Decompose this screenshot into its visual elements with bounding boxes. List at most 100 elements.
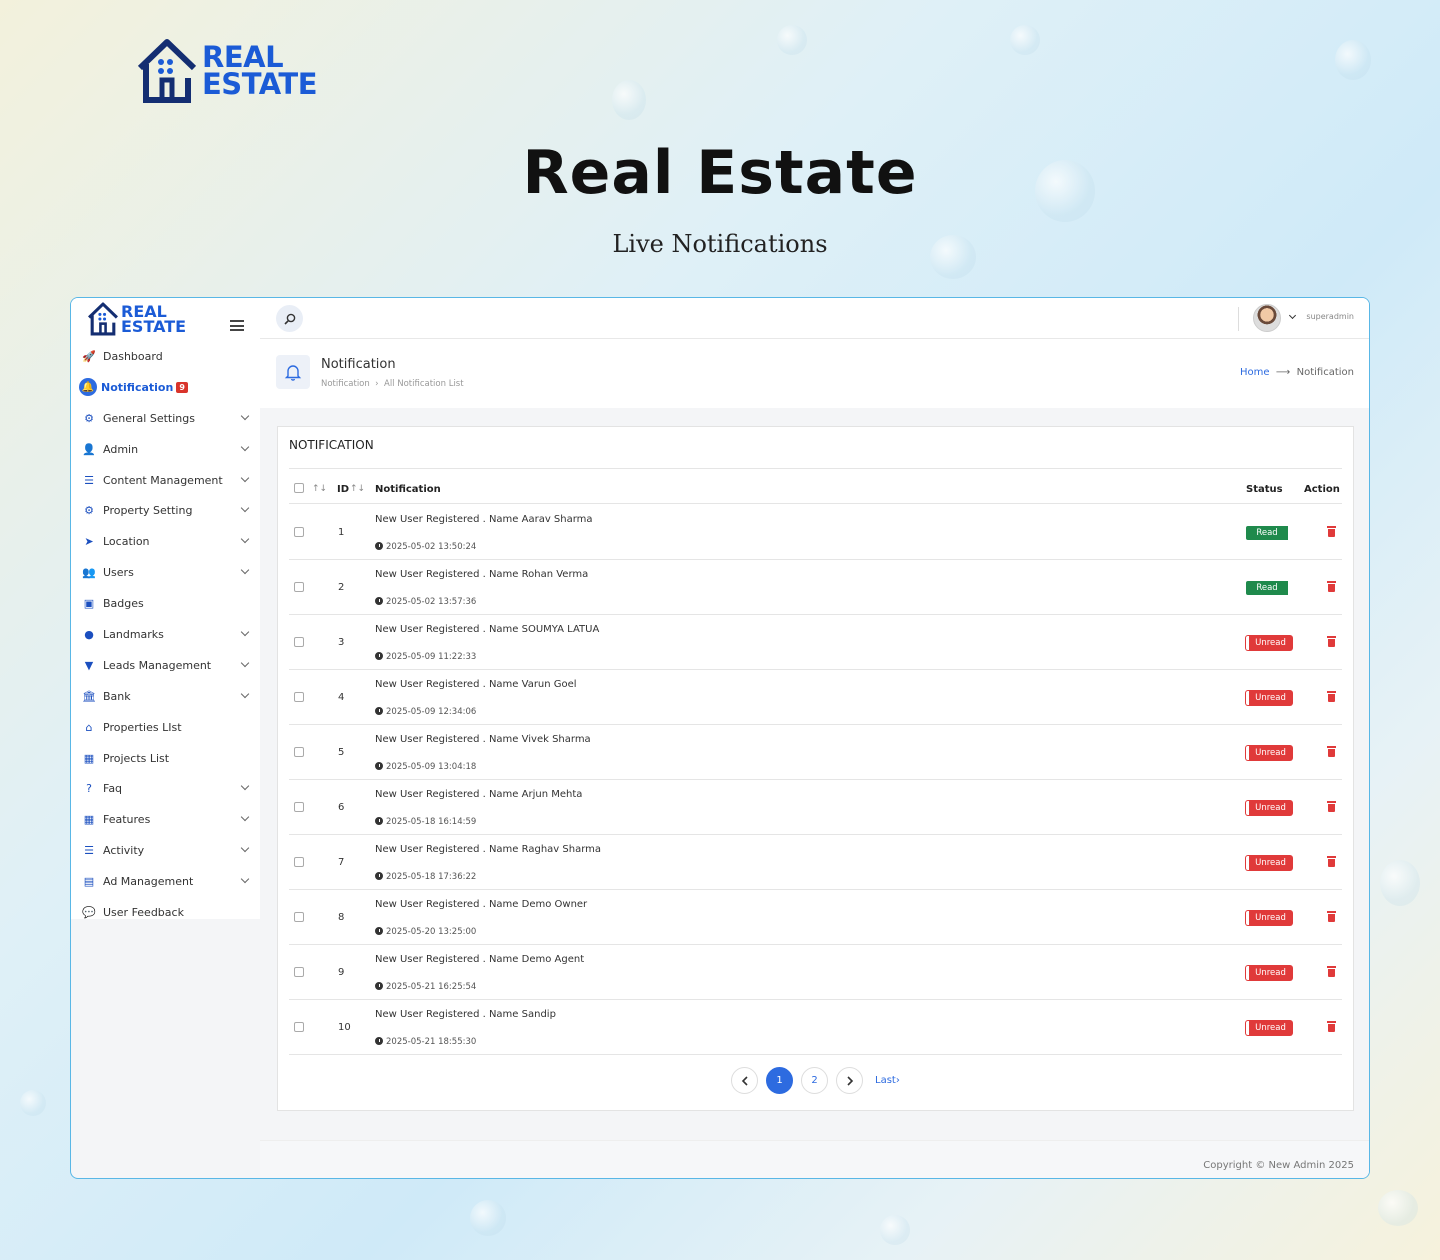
sidebar-logo[interactable]: REAL ESTATE [87,302,186,336]
sidebar-item-projects-list[interactable]: ▦ Projects List [71,743,260,774]
last-page-button[interactable]: Last › [871,1067,904,1094]
location-arrow-icon: ➤ [84,535,94,549]
row-checkbox[interactable] [294,582,304,592]
chevron-down-icon[interactable] [240,627,250,637]
status-toggle[interactable]: Unread [1246,856,1292,870]
sidebar-item-leads-management[interactable]: ▼ Leads Management [71,650,260,681]
notification-time: 2025-05-09 13:04:18 [375,762,476,772]
status-toggle[interactable]: Unread [1246,911,1292,925]
sidebar-item-users[interactable]: 👥 Users [71,557,260,588]
chevron-left-icon [741,1075,748,1086]
sort-icon[interactable]: ↑↓ [350,484,365,494]
chevron-down-icon[interactable] [240,411,250,421]
chevron-down-icon[interactable] [240,504,250,513]
search-button[interactable] [276,305,303,332]
sidebar-item-ad-management[interactable]: ▤ Ad Management [71,866,260,897]
arrow-right-icon: ⟶ [1272,367,1294,378]
page-header: Notification Notification › All Notifica… [260,339,1369,408]
chevron-down-icon[interactable] [240,473,250,482]
row-checkbox[interactable] [294,692,304,702]
sidebar-item-activity[interactable]: ☰ Activity [71,835,260,866]
row-checkbox[interactable] [294,802,304,812]
row-checkbox[interactable] [294,912,304,922]
row-id: 5 [338,747,345,758]
status-toggle[interactable]: Read [1246,526,1292,540]
chevron-down-icon[interactable] [240,535,250,544]
chevron-down-icon[interactable] [1288,311,1297,320]
next-page-button[interactable] [836,1067,863,1094]
chevron-down-icon[interactable] [240,689,250,699]
chevron-down-icon[interactable] [240,874,250,884]
chevron-down-icon[interactable] [240,844,250,853]
sidebar-item-dashboard[interactable]: 🚀 Dashboard [71,341,260,372]
sidebar-item-bank[interactable]: 🏛 Bank [71,681,260,712]
sidebar-item-notification[interactable]: 🔔 Notification 9 [71,372,260,403]
table-header: ↑↓ ID ↑↓ Notification Status Action [289,475,1342,504]
house-logo-icon [88,302,118,336]
sidebar-item-properties-list[interactable]: ⌂ Properties LIst [71,712,260,743]
prev-page-button[interactable] [731,1067,758,1094]
user-icon: 👤 [82,442,96,456]
home-link[interactable]: Home [1240,367,1270,378]
chevron-down-icon[interactable] [240,565,250,575]
status-toggle[interactable]: Unread [1246,966,1292,980]
timestamp: 2025-05-21 18:55:30 [386,1037,477,1047]
avatar[interactable] [1253,304,1281,332]
trash-icon[interactable] [1327,856,1336,867]
status-toggle[interactable]: Unread [1246,1021,1292,1035]
sidebar-item-features[interactable]: ▦ Features [71,804,260,835]
trash-icon[interactable] [1327,746,1336,757]
sidebar-item-property-setting[interactable]: ⚙ Property Setting [71,495,260,526]
trash-icon[interactable] [1327,801,1336,812]
chevron-down-icon[interactable] [240,658,250,668]
row-checkbox[interactable] [294,747,304,757]
trash-icon[interactable] [1327,581,1336,592]
row-checkbox[interactable] [294,967,304,977]
trash-icon[interactable] [1327,691,1336,702]
table-row: 10 New User Registered . Name Sandip 2025-… [289,1000,1342,1055]
copyright: Copyright © New Admin 2025 [1203,1160,1354,1171]
status-toggle[interactable]: Unread [1246,691,1292,705]
row-checkbox[interactable] [294,527,304,537]
notification-time: 2025-05-20 13:25:00 [375,927,476,937]
col-id[interactable]: ID [337,484,349,495]
sidebar-item-landmarks[interactable]: ● Landmarks [71,619,260,650]
trash-icon[interactable] [1327,966,1336,977]
row-checkbox[interactable] [294,1022,304,1032]
menu-toggle-icon[interactable] [230,320,244,331]
trash-icon[interactable] [1327,526,1336,537]
notification-message: New User Registered . Name Arjun Mehta [375,789,583,800]
sidebar-item-general-settings[interactable]: ⚙ General Settings [71,403,260,434]
page-button-1[interactable]: 1 [766,1067,793,1094]
sidebar-item-location[interactable]: ➤ Location [71,526,260,557]
select-all-checkbox[interactable] [294,483,304,493]
row-id: 10 [338,1022,351,1033]
status-toggle[interactable]: Unread [1246,801,1292,815]
trash-icon[interactable] [1327,1021,1336,1032]
page-button-2[interactable]: 2 [801,1067,828,1094]
chevron-down-icon[interactable] [240,442,250,451]
sidebar-item-content-management[interactable]: ☰ Content Management [71,465,260,496]
row-checkbox[interactable] [294,637,304,647]
row-id: 9 [338,967,345,978]
trash-icon[interactable] [1327,636,1336,647]
row-checkbox[interactable] [294,857,304,867]
status-toggle[interactable]: Read [1246,581,1292,595]
chevron-down-icon[interactable] [240,782,250,791]
sidebar-item-admin[interactable]: 👤 Admin [71,434,260,465]
sidebar-item-user-feedback[interactable]: 💬 User Feedback [71,897,260,928]
table-row: 9 New User Registered . Name Demo Agent 20… [289,945,1342,1000]
sidebar-item-faq[interactable]: ? Faq [71,773,260,804]
chevron-down-icon[interactable] [240,813,250,822]
bell-icon: 🔔 [79,378,97,397]
status-toggle[interactable]: Unread [1246,636,1292,650]
breadcrumb-item[interactable]: Notification [321,379,370,389]
sort-icon[interactable]: ↑↓ [312,484,327,494]
username[interactable]: superadmin [1306,312,1354,321]
sidebar-item-label: Bank [103,689,131,703]
trash-icon[interactable] [1327,911,1336,922]
row-id: 3 [338,637,345,648]
sidebar-item-badges[interactable]: ▣ Badges [71,588,260,619]
status-toggle[interactable]: Unread [1246,746,1292,760]
table-row: 3 New User Registered . Name SOUMYA LATUA… [289,615,1342,670]
